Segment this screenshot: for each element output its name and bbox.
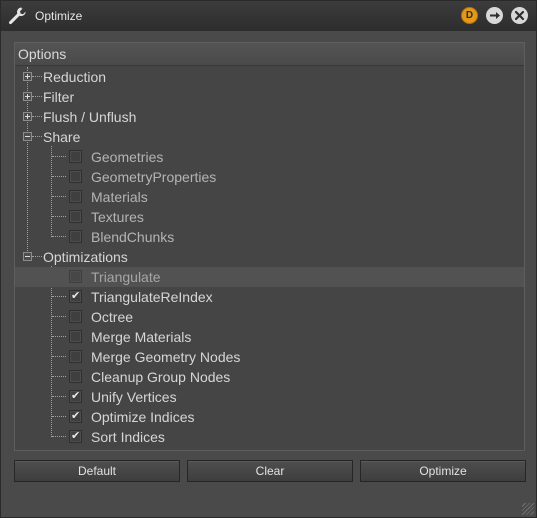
tree-item-label: Cleanup Group Nodes [91, 369, 231, 385]
tree-group-label: Filter [43, 89, 75, 105]
tree-item-label: Materials [91, 189, 148, 205]
tree-item-label: Octree [91, 309, 134, 325]
optimize-button[interactable]: Optimize [360, 460, 526, 482]
tree-group-optimizations[interactable]: Optimizations [15, 247, 524, 267]
checkbox[interactable] [69, 230, 82, 243]
title-bar[interactable]: Optimize D [1, 1, 536, 31]
collapse-icon[interactable] [23, 132, 32, 141]
expand-icon[interactable] [23, 112, 32, 121]
expand-icon[interactable] [23, 92, 32, 101]
tree-group-label: Flush / Unflush [43, 109, 137, 125]
d-badge-icon[interactable]: D [461, 7, 478, 24]
tree-item-merge-materials[interactable]: Merge Materials [15, 327, 524, 347]
checkbox[interactable] [69, 150, 82, 163]
tree-item-label: Geometries [91, 149, 164, 165]
tree-group-flush[interactable]: Flush / Unflush [15, 107, 524, 127]
options-header: Options [15, 43, 524, 66]
tree-item-unify-vertices[interactable]: Unify Vertices [15, 387, 524, 407]
options-panel: Options Reduction Filter Flush / Unflush… [14, 42, 525, 451]
optimize-window: Optimize D Options Reduction Filter Flus… [0, 0, 537, 518]
tree-group-label: Optimizations [43, 249, 128, 265]
tree-item-octree[interactable]: Octree [15, 307, 524, 327]
checkbox[interactable] [69, 170, 82, 183]
checkbox[interactable] [69, 389, 82, 403]
tree-item-label: TriangulateReIndex [91, 289, 213, 305]
checkbox[interactable] [69, 210, 82, 223]
tree-item-label: BlendChunks [91, 229, 175, 245]
tree-item-label: Merge Materials [91, 329, 192, 345]
checkbox[interactable] [69, 190, 82, 203]
checkbox[interactable] [69, 310, 82, 323]
tree-item-label: Textures [91, 209, 144, 225]
tree-item-label: Sort Indices [91, 429, 165, 445]
tree-item-triangulate-reindex[interactable]: TriangulateReIndex [15, 287, 524, 307]
tree-item-merge-geometry-nodes[interactable]: Merge Geometry Nodes [15, 347, 524, 367]
tree-item-label: Optimize Indices [91, 409, 195, 425]
tree-item-textures[interactable]: Textures [15, 207, 524, 227]
close-icon[interactable] [511, 7, 528, 24]
options-header-label: Options [18, 46, 67, 62]
checkbox[interactable] [69, 289, 82, 303]
checkbox[interactable] [69, 429, 82, 443]
tree-item-optimize-indices[interactable]: Optimize Indices [15, 407, 524, 427]
tree-item-blend-chunks[interactable]: BlendChunks [15, 227, 524, 247]
tree-group-filter[interactable]: Filter [15, 87, 524, 107]
tree-item-label: GeometryProperties [91, 169, 217, 185]
checkbox[interactable] [69, 270, 82, 283]
tree-group-label: Reduction [43, 69, 107, 85]
tree-item-cleanup-group-nodes[interactable]: Cleanup Group Nodes [15, 367, 524, 387]
tree-item-materials[interactable]: Materials [15, 187, 524, 207]
checkbox[interactable] [69, 370, 82, 383]
tree-item-geometries[interactable]: Geometries [15, 147, 524, 167]
tree-item-triangulate[interactable]: Triangulate [15, 267, 524, 287]
checkbox[interactable] [69, 350, 82, 363]
resize-grip-icon[interactable] [522, 503, 534, 515]
tree-item-geometry-properties[interactable]: GeometryProperties [15, 167, 524, 187]
tree-group-reduction[interactable]: Reduction [15, 67, 524, 87]
clear-button[interactable]: Clear [187, 460, 353, 482]
tree-group-label: Share [43, 129, 81, 145]
collapse-icon[interactable] [23, 252, 32, 261]
tree-group-share[interactable]: Share [15, 127, 524, 147]
default-button[interactable]: Default [14, 460, 180, 482]
tree-item-label: Triangulate [91, 269, 161, 285]
window-title: Optimize [35, 9, 83, 23]
expand-icon[interactable] [23, 72, 32, 81]
checkbox[interactable] [69, 330, 82, 343]
tree-item-label: Unify Vertices [91, 389, 177, 405]
tree-item-label: Merge Geometry Nodes [91, 349, 241, 365]
wrench-icon [7, 6, 27, 26]
checkbox[interactable] [69, 409, 82, 423]
d-badge-label: D [465, 10, 474, 21]
tree-item-sort-indices[interactable]: Sort Indices [15, 427, 524, 447]
arrow-right-icon[interactable] [486, 7, 503, 24]
